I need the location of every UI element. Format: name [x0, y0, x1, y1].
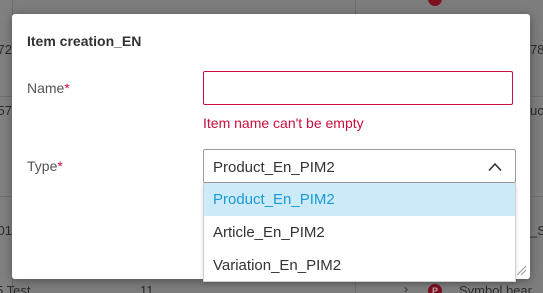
name-error-message: Item name can't be empty	[203, 115, 364, 131]
background-badge-top	[428, 0, 442, 6]
background-row-divider	[530, 196, 543, 197]
type-field-label: Type*	[27, 158, 63, 174]
background-row-value: 01	[0, 223, 12, 238]
dropdown-option-article[interactable]: Article_En_PIM2	[204, 216, 515, 249]
background-row-divider	[0, 196, 12, 197]
chevron-right-icon: ›	[404, 282, 408, 293]
required-mark: *	[57, 158, 63, 174]
background-row-divider	[530, 96, 543, 97]
background-bottom-row-count: 11	[140, 283, 154, 293]
type-dropdown-list: Product_En_PIM2 Article_En_PIM2 Variatio…	[203, 183, 516, 282]
background-row-value: 57	[0, 103, 12, 118]
background-bottom-row-name: 5 Test	[0, 283, 31, 293]
background-right-value: uct_	[530, 103, 543, 118]
name-label-text: Name	[27, 80, 65, 96]
required-mark: *	[64, 80, 70, 96]
dropdown-option-product[interactable]: Product_En_PIM2	[204, 183, 515, 216]
name-field-label: Name*	[27, 80, 70, 96]
type-label-text: Type	[27, 158, 58, 174]
type-select-value: Product_En_PIM2	[213, 159, 335, 176]
background-row-divider	[0, 96, 12, 97]
chevron-up-icon[interactable]	[488, 162, 502, 172]
type-select[interactable]: Product_En_PIM2	[203, 149, 516, 183]
resize-handle-icon[interactable]	[515, 264, 527, 276]
dialog-title: Item creation_EN	[27, 33, 142, 49]
item-creation-dialog: Item creation_EN Name* Item name can't b…	[12, 14, 530, 282]
background-right-value: _S	[530, 223, 543, 238]
background-right-value: 78	[530, 42, 543, 57]
background-bottom-row-badge: P	[428, 284, 442, 293]
name-input[interactable]	[203, 71, 513, 105]
background-bottom-row-label: Symbol bear	[459, 283, 532, 293]
dropdown-option-variation[interactable]: Variation_En_PIM2	[204, 249, 515, 282]
background-row-value: 72	[0, 42, 12, 57]
